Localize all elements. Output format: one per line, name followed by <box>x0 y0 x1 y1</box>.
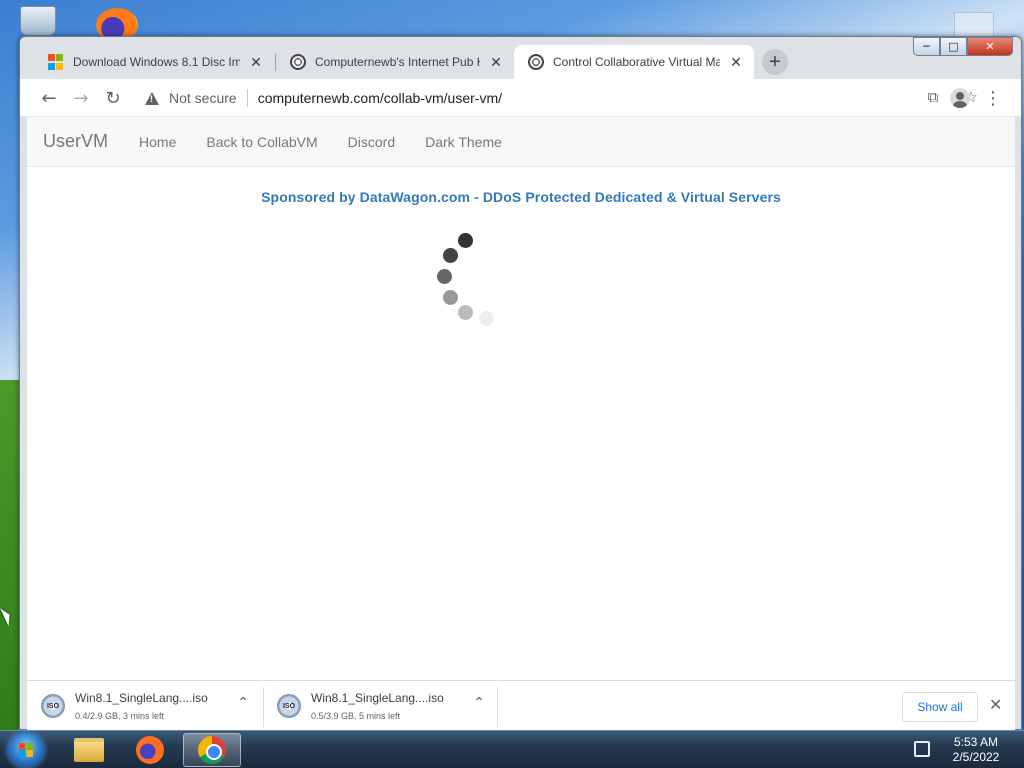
url-text[interactable]: computernewb.com/collab-vm/user-vm/ <box>258 90 502 106</box>
nav-discord[interactable]: Discord <box>333 134 410 150</box>
security-label[interactable]: Not secure <box>169 90 237 106</box>
spinner-dot <box>458 305 473 320</box>
clock-date: 2/5/2022 <box>952 750 1000 764</box>
download-filename: Win8.1_SingleLang....iso <box>75 691 208 705</box>
chevron-up-icon[interactable]: ⌃ <box>237 695 249 711</box>
spinner-dot <box>443 248 458 263</box>
download-filename: Win8.1_SingleLang....iso <box>311 691 444 705</box>
tab-title: Download Windows 8.1 Disc Image <box>73 55 240 69</box>
tab-close-icon[interactable]: ✕ <box>728 54 744 71</box>
sponsor-link[interactable]: Sponsored by DataWagon.com - DDoS Protec… <box>27 189 1015 205</box>
file-explorer-button[interactable] <box>60 733 118 767</box>
site-navbar: UserVM Home Back to CollabVM Discord Dar… <box>27 117 1015 167</box>
profile-icon[interactable] <box>950 88 970 108</box>
address-bar[interactable]: Not secure computernewb.com/collab-vm/us… <box>133 83 999 113</box>
browser-window: ─ □ ✕ Download Windows 8.1 Disc Image ✕ … <box>19 36 1022 730</box>
clock-time: 5:53 AM <box>953 735 999 749</box>
site-brand[interactable]: UserVM <box>43 131 108 152</box>
download-shelf: ISO Win8.1_SingleLang....iso 0.4/2.9 GB,… <box>27 680 1015 730</box>
tab-close-icon[interactable]: ✕ <box>248 54 264 71</box>
collabvm-icon <box>290 54 306 70</box>
network-icon[interactable] <box>914 741 930 757</box>
menu-icon[interactable]: ⋮ <box>982 87 1004 109</box>
download-divider <box>497 687 498 727</box>
start-button[interactable] <box>8 733 44 767</box>
web-page: UserVM Home Back to CollabVM Discord Dar… <box>27 117 1015 680</box>
forward-icon[interactable]: → <box>70 87 92 109</box>
chrome-taskbar-button[interactable] <box>183 733 241 767</box>
microsoft-icon <box>48 54 64 70</box>
tab-title: Computernewb's Internet Pub Hub <box>315 55 480 69</box>
download-item[interactable]: ISO Win8.1_SingleLang....iso 0.5/3.9 GB,… <box>263 681 499 731</box>
download-status: 0.4/2.9 GB, 3 mins left <box>75 711 165 721</box>
back-icon[interactable]: ← <box>38 87 60 109</box>
tab-close-icon[interactable]: ✕ <box>488 54 504 71</box>
collabvm-icon <box>528 54 544 70</box>
url-divider <box>246 89 248 107</box>
tab-collab-vm[interactable]: Control Collaborative Virtual Machines ✕ <box>514 45 754 79</box>
iso-file-icon: ISO <box>41 694 65 718</box>
download-status: 0.5/3.9 GB, 5 mins left <box>311 711 401 721</box>
nav-back-to-collabvm[interactable]: Back to CollabVM <box>191 134 332 150</box>
spinner-dot <box>437 269 452 284</box>
tab-title: Control Collaborative Virtual Machines <box>553 55 720 69</box>
clock[interactable]: 5:53 AM 2/5/2022 <box>944 735 1008 765</box>
spinner-dot <box>443 290 458 305</box>
nav-dark-theme[interactable]: Dark Theme <box>410 134 517 150</box>
firefox-icon <box>136 736 164 764</box>
reload-icon[interactable]: ↻ <box>102 87 124 109</box>
tab-strip: Download Windows 8.1 Disc Image ✕ Comput… <box>20 45 1021 79</box>
firefox-taskbar-button[interactable] <box>121 733 179 767</box>
close-icon[interactable]: ✕ <box>989 695 1002 714</box>
spinner-dot <box>458 233 473 248</box>
iso-file-icon: ISO <box>277 694 301 718</box>
browser-toolbar: ← → ↻ Not secure computernewb.com/collab… <box>20 79 1021 117</box>
chrome-icon <box>198 736 226 764</box>
new-tab-button[interactable]: + <box>762 49 788 75</box>
taskbar: 5:53 AM 2/5/2022 <box>0 730 1024 768</box>
tab-pub-hub[interactable]: Computernewb's Internet Pub Hub ✕ <box>276 45 514 79</box>
chevron-up-icon[interactable]: ⌃ <box>473 695 485 711</box>
spinner-dot <box>479 311 494 326</box>
loading-spinner-icon <box>427 227 497 327</box>
tab-windows-download[interactable]: Download Windows 8.1 Disc Image ✕ <box>34 45 274 79</box>
folder-icon <box>74 738 104 762</box>
nav-home[interactable]: Home <box>124 134 191 150</box>
recycle-bin-icon[interactable] <box>20 6 56 36</box>
download-item[interactable]: ISO Win8.1_SingleLang....iso 0.4/2.9 GB,… <box>27 681 263 731</box>
show-all-button[interactable]: Show all <box>902 692 978 722</box>
share-icon[interactable]: ⧉ <box>923 88 943 106</box>
warning-icon[interactable] <box>145 91 159 105</box>
